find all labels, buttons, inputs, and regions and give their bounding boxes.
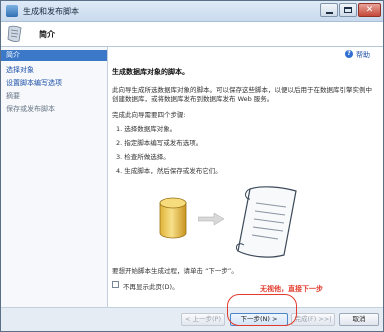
- close-icon: ✕: [365, 5, 374, 15]
- start-prompt: 要想开始脚本生成过程，请单击 “下一步”。: [112, 267, 238, 275]
- script-document-icon: [235, 186, 297, 258]
- wizard-sidebar: 简介 选择对象 设置脚本编写选项 摘要 保存或发布脚本: [1, 47, 108, 307]
- back-button[interactable]: < 上一步(P): [181, 313, 225, 326]
- wizard-footer: < 上一步(P) 下一步(N) > 完成(F) >>| 取消: [1, 307, 383, 331]
- wizard-window: 生成和发布脚本 ✕ 简介 简介 选择对象 设置脚本编写选项 摘要 保存或发布脚本…: [0, 0, 384, 332]
- dont-show-again-label[interactable]: 不再显示此页(D)。: [123, 281, 179, 291]
- annotation-text: 无视他，直接下一步: [260, 285, 323, 293]
- sidebar-item-intro[interactable]: 简介: [1, 50, 107, 61]
- cancel-button[interactable]: 取消: [339, 313, 379, 326]
- help-link[interactable]: 帮助: [356, 50, 370, 60]
- dont-show-again-checkbox[interactable]: [112, 281, 119, 288]
- script-scroll-icon: [7, 25, 22, 42]
- app-icon: [6, 5, 18, 17]
- content-heading: 生成数据库对象的脚本。: [112, 68, 189, 76]
- minimize-icon: [326, 12, 333, 14]
- sidebar-item-scripting-options[interactable]: 设置脚本编写选项: [1, 78, 107, 89]
- step-1: 1. 选择数据库对象。: [116, 125, 177, 133]
- arrow-right-icon: [198, 213, 224, 225]
- steps-intro: 完成此向导需要四个步骤:: [112, 111, 186, 119]
- title-bar[interactable]: 生成和发布脚本 ✕: [1, 1, 383, 22]
- database-icon: [159, 197, 187, 239]
- close-button[interactable]: ✕: [358, 3, 381, 17]
- wizard-content: ? 帮助 生成数据库对象的脚本。 此向导生成所选数据库对象的脚本。可以保存这些脚…: [108, 47, 383, 307]
- step-4: 4. 生成脚本，然后保存或发布它们。: [116, 167, 222, 175]
- maximize-button[interactable]: [339, 3, 357, 17]
- step-3: 3. 检查所做选择。: [116, 153, 170, 161]
- wizard-header: 简介: [1, 22, 383, 47]
- description-line-2: 创建数据库，或将数据库发布到数据库发布 Web 服务。: [112, 95, 274, 103]
- page-title: 简介: [39, 30, 55, 39]
- finish-button[interactable]: 完成(F) >>|: [291, 313, 335, 326]
- sidebar-item-choose-objects[interactable]: 选择对象: [1, 65, 107, 76]
- sidebar-item-summary: 摘要: [6, 92, 20, 100]
- help-icon[interactable]: ?: [345, 50, 353, 58]
- step-2: 2. 指定脚本编写或发布选项。: [116, 139, 203, 147]
- sidebar-item-save-publish: 保存或发布脚本: [6, 105, 55, 113]
- minimize-button[interactable]: [320, 3, 338, 17]
- annotation-ring: [227, 294, 297, 326]
- window-title: 生成和发布脚本: [23, 7, 79, 16]
- maximize-icon: [344, 7, 352, 13]
